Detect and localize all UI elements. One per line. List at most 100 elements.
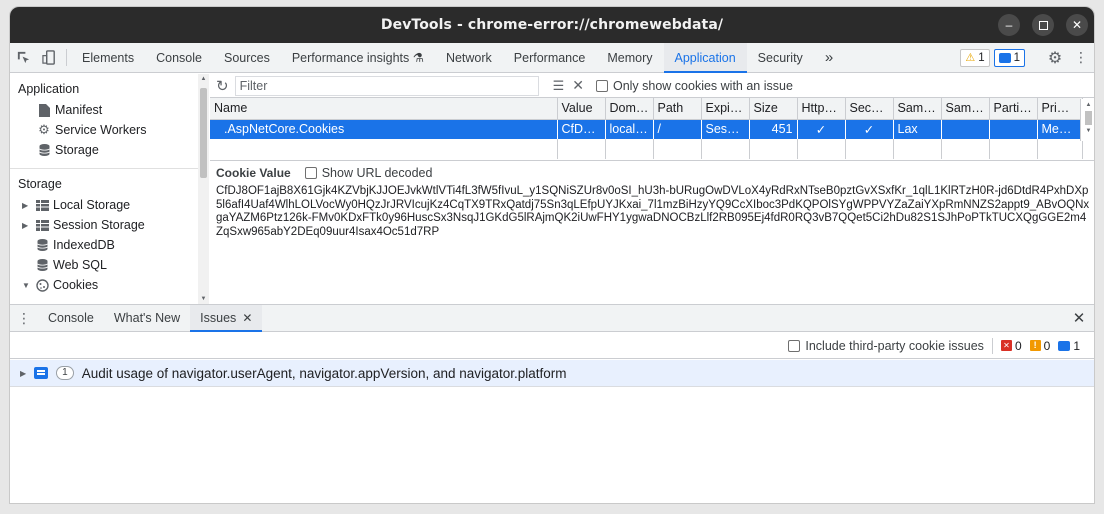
scroll-down-arrow-icon[interactable]: ▼ [1081,125,1094,137]
scroll-down-arrow-icon[interactable]: ▼ [198,294,209,304]
cookie-value-header: Cookie Value Show URL decoded [216,163,1090,183]
drawer-tab-issues[interactable]: Issues ✕ [190,305,263,332]
cookie-value-text[interactable]: CfDJ8OF1ajB8X61Gjk4KZVbjKJJOEJvkWtlVTi4f… [216,185,1090,239]
issue-row[interactable]: ▶ 1 Audit usage of navigator.userAgent, … [10,360,1094,387]
column-header-size[interactable]: Size [749,98,798,120]
tab-console[interactable]: Console [145,43,213,72]
sidebar-item-storage[interactable]: Storage [10,140,208,160]
third-party-label: Include third-party cookie issues [805,338,984,353]
clear-filtered-cookies-button[interactable]: ☰ [553,78,565,94]
settings-button[interactable]: ⚙ [1042,48,1068,68]
inspect-element-button[interactable] [10,43,36,72]
maximize-icon [1038,20,1048,30]
sidebar-item-label: Cookies [53,278,99,292]
show-url-decoded-checkbox-label[interactable]: Show URL decoded [304,166,432,180]
expand-arrow-icon[interactable]: ▶ [22,221,34,230]
sidebar-item-session-storage[interactable]: ▶ Session Storage [10,215,208,235]
sidebar-item-label: Service Workers [55,123,147,137]
tab-performance[interactable]: Performance [503,43,597,72]
toolbar-right: ⚠ 1 1 ⚙ ⋮ [960,43,1094,72]
clear-all-cookies-button[interactable]: ✕ [572,77,584,94]
error-icon: ✕ [1000,340,1012,351]
column-header-domain[interactable]: Dom… [605,98,654,120]
column-header-partition-key[interactable]: Parti… [989,98,1038,120]
sidebar-item-cookies[interactable]: ▼ Cookies [10,275,208,295]
sidebar-scrollbar[interactable]: ▲ ▼ [198,74,209,304]
refresh-button[interactable]: ↻ [216,77,229,95]
third-party-checkbox[interactable] [788,339,801,352]
drawer-tab-whats-new[interactable]: What's New [104,305,190,331]
maximize-button[interactable] [1032,14,1054,36]
close-window-button[interactable]: ✕ [1066,14,1088,36]
cell-partition-key [989,119,1038,139]
expand-arrow-icon[interactable]: ▶ [20,369,26,378]
close-drawer-button[interactable]: ✕ [1064,305,1094,331]
sidebar-scroll-thumb[interactable] [200,88,207,178]
sidebar-item-label: Session Storage [53,218,145,232]
issues-badge[interactable]: 1 [993,48,1025,67]
drawer-tab-console[interactable]: Console [38,305,104,331]
tab-performance-insights[interactable]: Performance insights ⚗ [281,43,435,72]
sidebar-item-web-sql[interactable]: Web SQL [10,255,208,275]
sidebar-item-local-storage[interactable]: ▶ Local Storage [10,195,208,215]
show-url-decoded-checkbox[interactable] [304,167,317,179]
column-header-path[interactable]: Path [653,98,702,120]
minimize-button[interactable]: – [998,14,1020,36]
tab-security[interactable]: Security [747,43,814,72]
table-scrollbar[interactable]: ▲ ▼ [1080,99,1094,141]
warnings-badge[interactable]: ⚠ 1 [960,48,990,67]
column-header-priority[interactable]: Pri… [1037,98,1083,120]
cell-domain: local… [605,119,654,139]
table-row[interactable]: .AspNetCore.Cookies CfDJ… local… / Sess…… [210,119,1083,139]
close-tab-icon[interactable]: ✕ [242,311,252,325]
expand-arrow-icon[interactable]: ▶ [22,201,34,210]
more-options-button[interactable]: ⋮ [1072,49,1090,66]
tab-network[interactable]: Network [435,43,503,72]
scroll-up-arrow-icon[interactable]: ▲ [198,74,209,84]
devtools-window: DevTools - chrome-error://chromewebdata/… [9,6,1095,504]
sidebar-item-label: IndexedDB [53,238,115,252]
clear-icon: ✕ [572,77,584,93]
issue-title: Audit usage of navigator.userAgent, navi… [81,365,567,381]
warnings-count-badge: ! 0 [1029,338,1051,353]
sidebar-item-indexeddb[interactable]: IndexedDB [10,235,208,255]
cookie-value-title: Cookie Value [216,166,291,180]
collapse-arrow-icon[interactable]: ▼ [22,281,34,290]
third-party-checkbox-label[interactable]: Include third-party cookie issues [788,339,984,353]
cell-secure: ✓ [845,119,894,139]
warnings-count: 0 [1043,338,1051,353]
scroll-up-arrow-icon[interactable]: ▲ [1081,99,1094,111]
sidebar-item-service-workers[interactable]: ⚙ Service Workers [10,120,208,140]
tab-sources[interactable]: Sources [213,43,281,72]
sidebar-section-application: Application [18,82,80,96]
more-tabs-button[interactable]: » [814,43,844,72]
drawer-menu-button[interactable]: ⋮ [10,305,38,331]
cookies-panel: ↻ Filter ☰ ✕ Only show cookies with an i… [210,74,1094,304]
device-toolbar-button[interactable] [36,43,62,72]
column-header-expires[interactable]: Expi… [701,98,750,120]
cell-samesite: Lax [893,119,942,139]
sidebar-item-manifest[interactable]: Manifest [10,100,208,120]
column-header-samesite[interactable]: Sam… [893,98,942,120]
info-count-badge: 1 [1058,339,1080,353]
cell-sameparty [941,119,990,139]
table-header-row: Name Value Dom… Path Expi… Size Http… Se… [210,98,1083,120]
only-issues-checkbox-label[interactable]: Only show cookies with an issue [595,79,793,93]
column-header-name[interactable]: Name [210,98,558,120]
sidebar-item-label: Storage [55,143,99,157]
filter-input[interactable]: Filter [234,75,539,96]
drawer-tab-issues-label: Issues [200,311,237,325]
column-header-sameparty[interactable]: Sam… [941,98,990,120]
column-header-secure[interactable]: Secure [845,98,894,120]
tab-memory[interactable]: Memory [596,43,663,72]
grid-icon [34,199,50,211]
column-header-httponly[interactable]: Http… [797,98,846,120]
kebab-menu-icon: ⋮ [1074,49,1088,65]
only-issues-checkbox[interactable] [595,79,608,92]
cookie-value-pane: Cookie Value Show URL decoded CfDJ8OF1aj… [210,160,1094,241]
column-header-value[interactable]: Value [557,98,606,120]
tab-application[interactable]: Application [663,43,747,73]
tab-elements[interactable]: Elements [71,43,145,72]
window-title: DevTools - chrome-error://chromewebdata/ [380,17,724,33]
table-scroll-thumb[interactable] [1085,111,1092,125]
